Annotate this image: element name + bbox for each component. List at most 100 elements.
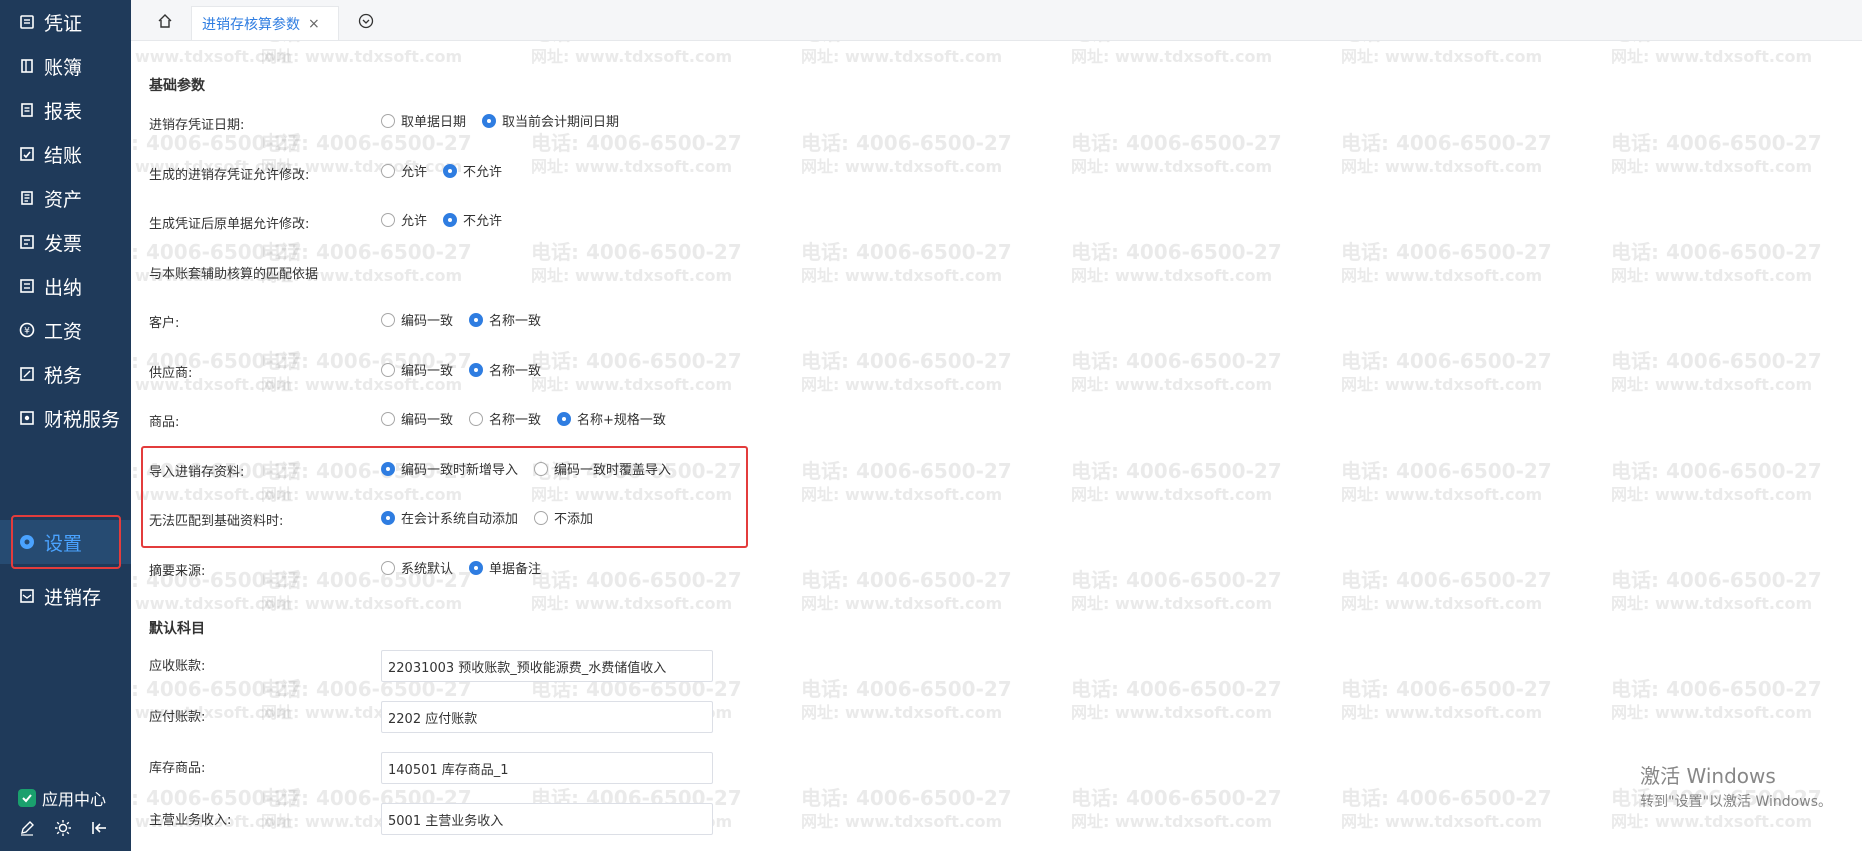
radio-supplier-code[interactable]: 编码一致 — [381, 360, 453, 379]
receivable-account-field[interactable]: 22031003 预收账款_预收能源费_水费储值收入 — [381, 650, 713, 682]
close-icon[interactable]: × — [308, 16, 320, 32]
options-summary-source: 系统默认 单据备注 — [381, 558, 541, 577]
sidebar-item-tax[interactable]: 税务 — [0, 352, 131, 396]
radio-label: 不添加 — [554, 512, 594, 527]
radio-circle — [443, 212, 458, 227]
collapse-icon[interactable] — [90, 819, 108, 837]
sun-icon[interactable] — [54, 819, 72, 837]
watermark-text: 电话: 4006-6500-27网址: www.tdxsoft.com — [1341, 786, 1552, 831]
watermark-text: 电话: 4006-6500-27网址: www.tdxsoft.com — [801, 677, 1012, 722]
sidebar-item-close-account[interactable]: 结账 — [0, 132, 131, 176]
label-summary-source: 摘要来源: — [149, 564, 206, 579]
svg-text:¥: ¥ — [24, 327, 30, 337]
radio-import-overwrite[interactable]: 编码一致时覆盖导入 — [534, 459, 671, 478]
watermark-text: 电话: 4006-6500-27网址: www.tdxsoft.com — [1611, 131, 1822, 176]
watermark-text: 电话: 4006-6500-27网址: www.tdxsoft.com — [1611, 568, 1822, 613]
sidebar-item-settings[interactable]: 设置 — [0, 520, 131, 564]
radio-label: 取单据日期 — [401, 115, 467, 130]
sidebar-item-ledger[interactable]: 账簿 — [0, 44, 131, 88]
app-center-link[interactable]: 应用中心 — [18, 786, 106, 810]
radio-unmatched-auto-add[interactable]: 在会计系统自动添加 — [381, 508, 518, 527]
label-source-modify: 生成凭证后原单据允许修改: — [149, 217, 310, 232]
sidebar-item-label: 进销存 — [44, 586, 102, 609]
radio-voucher-date-period[interactable]: 取当前会计期间日期 — [482, 111, 619, 130]
sidebar-item-report[interactable]: 报表 — [0, 88, 131, 132]
sidebar-item-inventory[interactable]: 进销存 — [0, 574, 131, 618]
radio-unmatched-no-add[interactable]: 不添加 — [534, 508, 593, 527]
radio-customer-name[interactable]: 名称一致 — [469, 310, 541, 329]
home-icon[interactable] — [153, 9, 177, 33]
label-voucher-date: 进销存凭证日期: — [149, 118, 245, 133]
radio-circle — [381, 560, 395, 575]
watermark-text: 电话: 4006-6500-27网址: www.tdxsoft.com — [801, 568, 1012, 613]
section-default-accounts: 默认科目 — [149, 621, 205, 637]
radio-label: 编码一致 — [401, 314, 454, 329]
watermark-text: 电话: 4006-6500-27网址: www.tdxsoft.com — [1341, 568, 1552, 613]
label-inventory: 库存商品: — [149, 761, 206, 776]
radio-circle — [381, 411, 395, 426]
watermark-text: 电话: 4006-6500-27网址: www.tdxsoft.com — [1611, 41, 1822, 66]
watermark-text: 电话: 4006-6500-27网址: www.tdxsoft.com — [261, 41, 472, 66]
radio-voucher-modify-allow[interactable]: 允许 — [381, 161, 427, 180]
watermark-text: 电话: 4006-6500-27网址: www.tdxsoft.com — [1611, 459, 1822, 504]
radio-label: 编码一致时覆盖导入 — [554, 463, 672, 478]
tab-label: 进销存核算参数 — [202, 16, 300, 33]
radio-source-modify-deny[interactable]: 不允许 — [443, 210, 502, 229]
options-customer: 编码一致 名称一致 — [381, 310, 541, 329]
edit-icon[interactable] — [18, 819, 36, 837]
radio-summary-system[interactable]: 系统默认 — [381, 558, 453, 577]
service-icon — [18, 409, 36, 427]
label-match-basis: 与本账套辅助核算的匹配依据 — [149, 267, 319, 282]
payable-account-field[interactable]: 2202 应付账款 — [381, 701, 713, 733]
radio-product-name[interactable]: 名称一致 — [469, 409, 541, 428]
label-receivable: 应收账款: — [149, 659, 206, 674]
tab-inventory-accounting-params[interactable]: 进销存核算参数 × — [191, 6, 339, 40]
options-voucher-date: 取单据日期 取当前会计期间日期 — [381, 111, 619, 130]
radio-product-name-spec[interactable]: 名称+规格一致 — [557, 409, 666, 428]
watermark-text: 电话: 4006-6500-27网址: www.tdxsoft.com — [131, 41, 302, 66]
windows-activation-notice: 激活 Windows 转到"设置"以激活 Windows。 — [1640, 760, 1832, 811]
radio-label: 允许 — [401, 165, 428, 180]
main-revenue-account-field[interactable]: 5001 主营业务收入 — [381, 803, 713, 835]
radio-supplier-name[interactable]: 名称一致 — [469, 360, 541, 379]
sidebar-item-cashier[interactable]: 出纳 — [0, 264, 131, 308]
checkout-icon — [18, 145, 36, 163]
watermark-text: 电话: 4006-6500-27网址: www.tdxsoft.com — [1341, 240, 1552, 285]
sidebar: 凭证 账簿 报表 结账 资产 发票 出纳 ¥ 工资 税务 财税服务 设置 进销存… — [0, 0, 131, 851]
book-icon — [18, 57, 36, 75]
radio-import-add[interactable]: 编码一致时新增导入 — [381, 459, 518, 478]
sidebar-item-asset[interactable]: 资产 — [0, 176, 131, 220]
label-customer: 客户: — [149, 316, 180, 331]
label-voucher-modify: 生成的进销存凭证允许修改: — [149, 168, 310, 183]
label-payable: 应付账款: — [149, 710, 206, 725]
app-center-label: 应用中心 — [42, 790, 107, 809]
sidebar-item-label: 出纳 — [44, 276, 83, 299]
radio-voucher-date-doc[interactable]: 取单据日期 — [381, 111, 466, 130]
app-root: 凭证 账簿 报表 结账 资产 发票 出纳 ¥ 工资 税务 财税服务 设置 进销存… — [0, 0, 1862, 851]
radio-circle — [381, 362, 395, 377]
radio-summary-remark[interactable]: 单据备注 — [469, 558, 541, 577]
radio-circle — [469, 312, 484, 327]
sidebar-item-salary[interactable]: ¥ 工资 — [0, 308, 131, 352]
inventory-account-field[interactable]: 140501 库存商品_1 — [381, 752, 713, 784]
sidebar-item-voucher[interactable]: 凭证 — [0, 0, 131, 44]
sidebar-item-label: 报表 — [44, 100, 83, 123]
label-import-inventory: 导入进销存资料: — [149, 465, 245, 480]
radio-circle — [381, 113, 395, 128]
radio-circle — [534, 461, 549, 476]
sidebar-item-label: 工资 — [44, 320, 83, 343]
sidebar-item-label: 发票 — [44, 232, 83, 255]
label-unmatched-basic: 无法匹配到基础资料时: — [149, 514, 284, 529]
asset-icon — [18, 189, 36, 207]
sidebar-item-invoice[interactable]: 发票 — [0, 220, 131, 264]
radio-product-code[interactable]: 编码一致 — [381, 409, 453, 428]
radio-source-modify-allow[interactable]: 允许 — [381, 210, 427, 229]
options-import-inventory: 编码一致时新增导入 编码一致时覆盖导入 — [381, 459, 671, 478]
watermark-text: 电话: 4006-6500-27网址: www.tdxsoft.com — [801, 41, 1012, 66]
radio-label: 取当前会计期间日期 — [502, 115, 620, 130]
activation-title: 激活 Windows — [1640, 764, 1776, 788]
radio-customer-code[interactable]: 编码一致 — [381, 310, 453, 329]
chevron-down-icon[interactable] — [354, 9, 378, 33]
radio-voucher-modify-deny[interactable]: 不允许 — [443, 161, 502, 180]
sidebar-item-finance-service[interactable]: 财税服务 — [0, 396, 131, 440]
